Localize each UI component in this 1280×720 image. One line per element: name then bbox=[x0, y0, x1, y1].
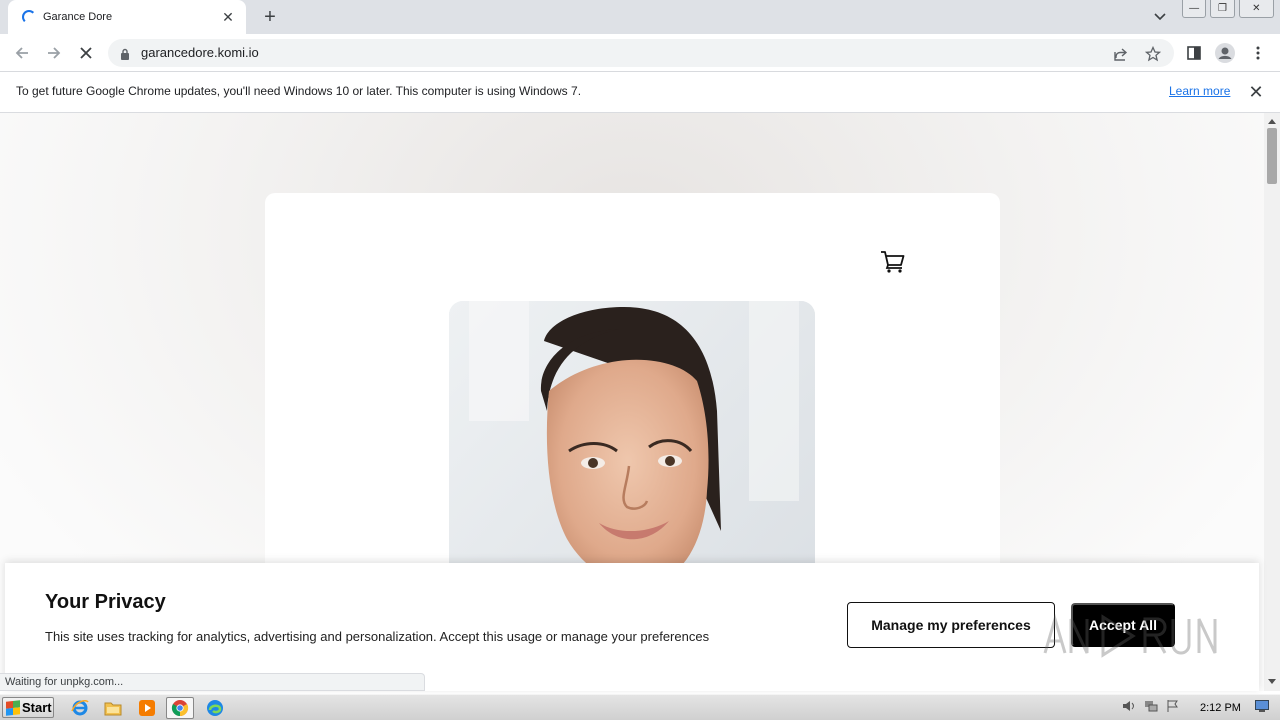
scrollbar-thumb[interactable] bbox=[1267, 128, 1277, 184]
status-bubble: Waiting for unpkg.com... bbox=[0, 673, 425, 691]
privacy-text: This site uses tracking for analytics, a… bbox=[45, 629, 710, 644]
media-player-icon[interactable] bbox=[133, 697, 161, 719]
restore-button[interactable]: ❐ bbox=[1210, 0, 1235, 18]
menu-kebab-icon[interactable] bbox=[1248, 43, 1268, 63]
anyrun-watermark-logo bbox=[1041, 611, 1241, 661]
privacy-banner: Your Privacy This site uses tracking for… bbox=[5, 563, 1259, 691]
shopping-cart-icon[interactable] bbox=[879, 247, 907, 275]
infobar-close-icon[interactable]: ✕ bbox=[1246, 82, 1266, 102]
file-explorer-icon[interactable] bbox=[99, 697, 127, 719]
privacy-title: Your Privacy bbox=[45, 591, 166, 613]
browser-toolbar: garancedore.komi.io bbox=[0, 34, 1280, 72]
show-desktop-icon[interactable] bbox=[1254, 699, 1269, 717]
windows-logo-icon bbox=[6, 699, 20, 716]
start-label: Start bbox=[22, 700, 52, 715]
new-tab-button[interactable]: + bbox=[258, 6, 282, 28]
loading-spinner-icon bbox=[22, 10, 36, 24]
update-infobar: To get future Google Chrome updates, you… bbox=[0, 72, 1280, 113]
scroll-up-arrow-icon[interactable] bbox=[1268, 119, 1276, 124]
bookmark-star-icon[interactable] bbox=[1144, 45, 1162, 63]
minimize-button[interactable]: — bbox=[1182, 0, 1207, 18]
infobar-message: To get future Google Chrome updates, you… bbox=[16, 84, 582, 98]
edge-icon[interactable] bbox=[201, 697, 229, 719]
tab-search-icon[interactable] bbox=[1150, 8, 1170, 26]
tab-title: Garance Dore bbox=[43, 11, 113, 23]
manage-preferences-button[interactable]: Manage my preferences bbox=[847, 602, 1055, 648]
tab-strip: Garance Dore ✕ + — ❐ ✕ bbox=[0, 0, 1280, 34]
scroll-down-arrow-icon[interactable] bbox=[1268, 679, 1276, 684]
windows-taskbar: Start 2:12 PM bbox=[0, 694, 1280, 720]
chrome-taskbar-icon[interactable] bbox=[166, 697, 194, 719]
url-text: garancedore.komi.io bbox=[141, 45, 259, 60]
internet-explorer-icon[interactable] bbox=[66, 697, 94, 719]
page-scrollbar[interactable] bbox=[1264, 113, 1280, 691]
side-panel-icon[interactable] bbox=[1184, 43, 1204, 63]
browser-tab[interactable]: Garance Dore ✕ bbox=[8, 0, 246, 34]
address-bar[interactable]: garancedore.komi.io bbox=[108, 39, 1174, 67]
back-arrow-icon[interactable] bbox=[10, 41, 34, 65]
action-center-flag-icon[interactable] bbox=[1166, 699, 1180, 718]
stop-loading-icon[interactable] bbox=[74, 41, 98, 65]
screen: Garance Dore ✕ + — ❐ ✕ garancedore.komi.… bbox=[0, 0, 1280, 720]
lock-icon[interactable] bbox=[120, 47, 130, 65]
forward-arrow-icon[interactable] bbox=[42, 41, 66, 65]
volume-icon[interactable] bbox=[1122, 699, 1136, 718]
network-icon[interactable] bbox=[1144, 699, 1158, 718]
system-tray: 2:12 PM bbox=[1122, 697, 1278, 719]
tab-close-icon[interactable]: ✕ bbox=[220, 9, 236, 25]
learn-more-link[interactable]: Learn more bbox=[1169, 84, 1230, 98]
share-icon[interactable] bbox=[1112, 45, 1130, 63]
taskbar-clock[interactable]: 2:12 PM bbox=[1200, 702, 1241, 714]
profile-avatar-icon[interactable] bbox=[1215, 43, 1235, 63]
window-controls: — ❐ ✕ bbox=[1182, 0, 1278, 20]
window-close-button[interactable]: ✕ bbox=[1238, 0, 1274, 18]
start-button[interactable]: Start bbox=[2, 697, 54, 718]
